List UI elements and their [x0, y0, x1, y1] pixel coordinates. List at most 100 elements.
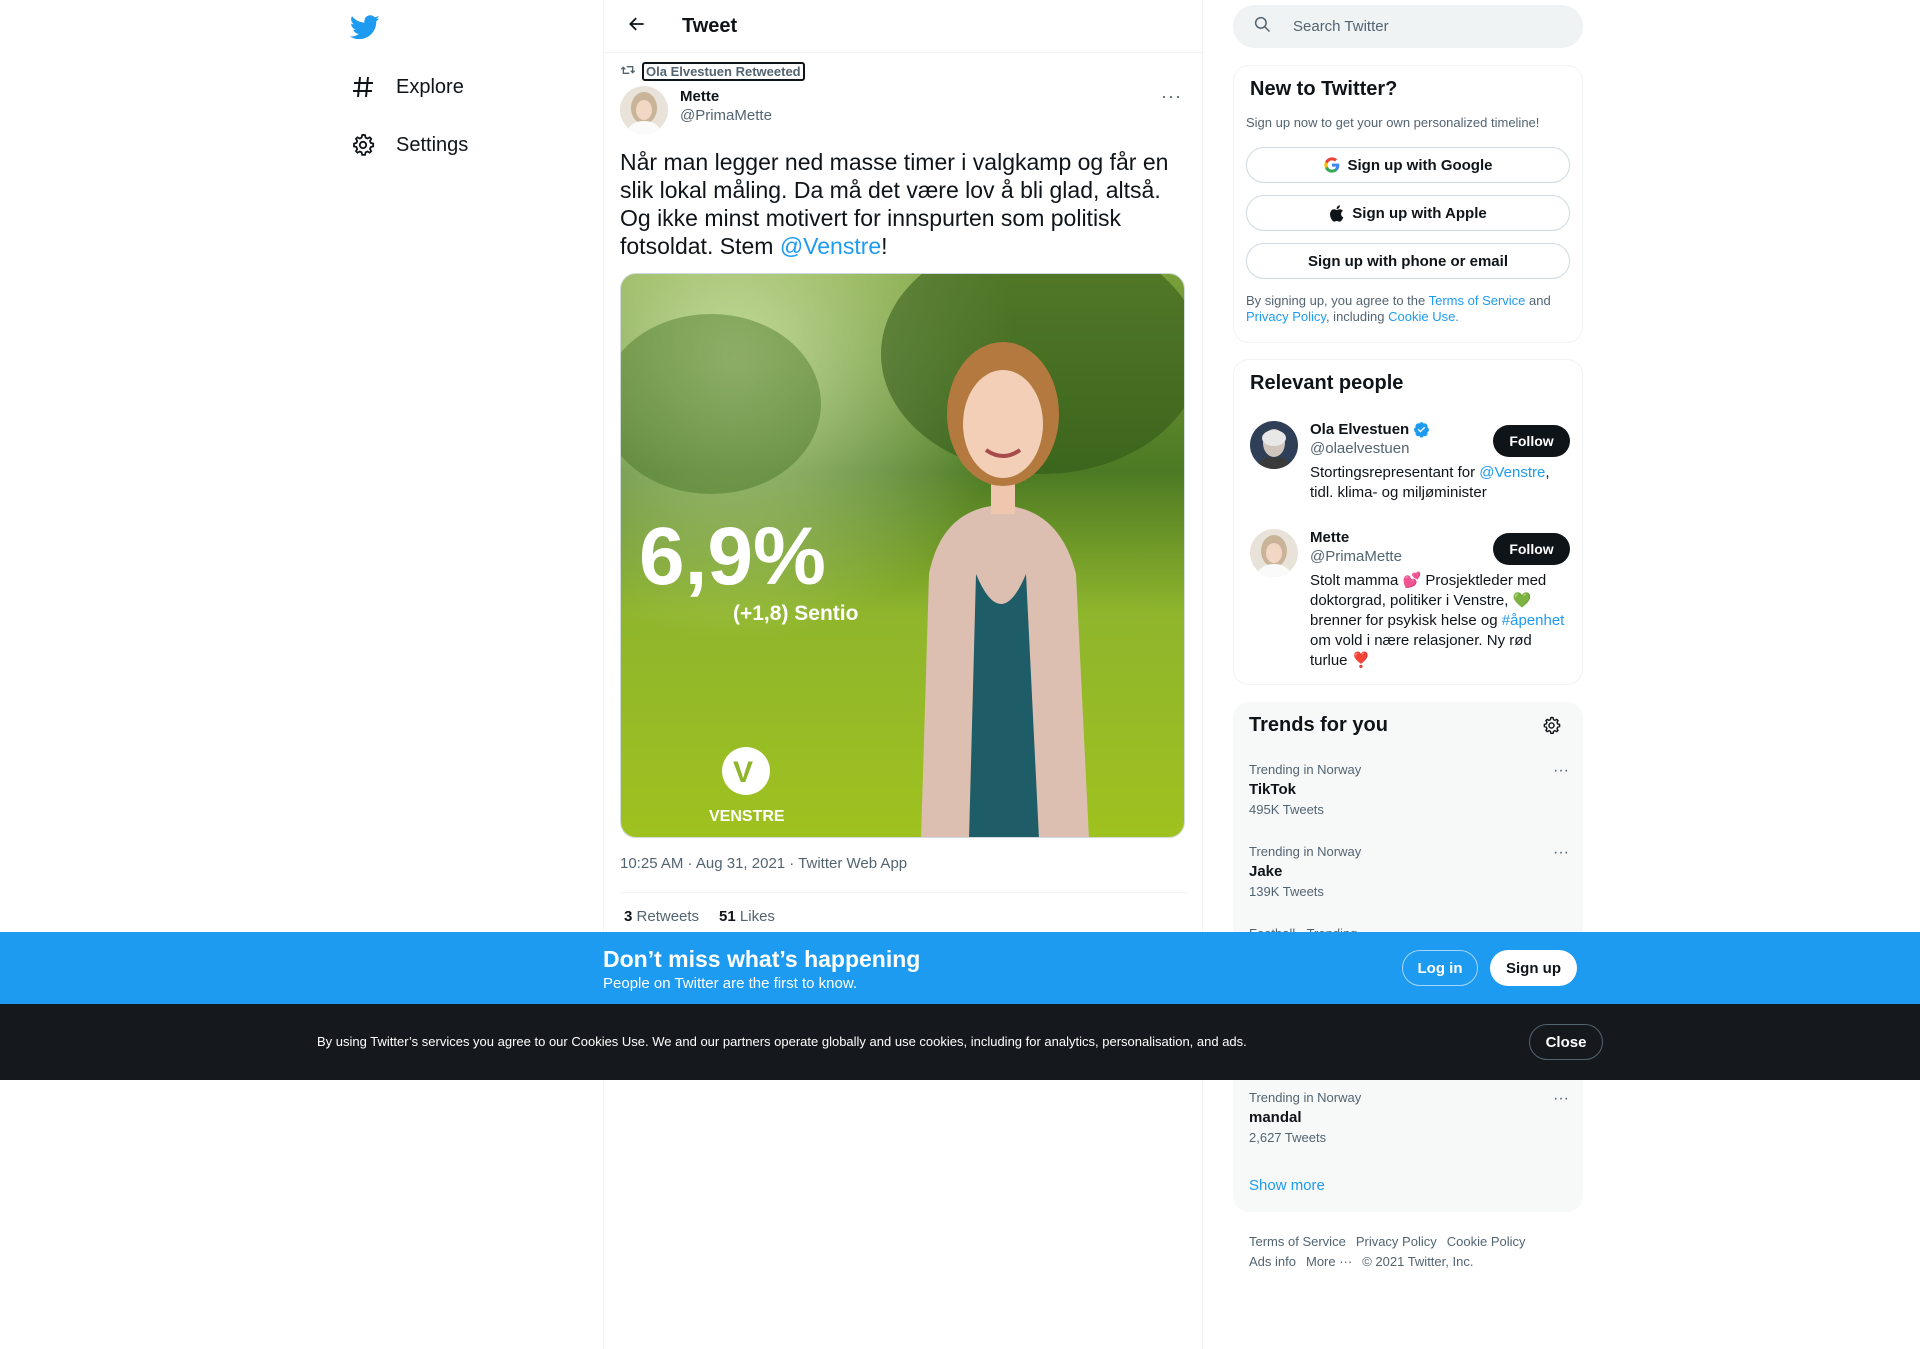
retweet-context: Ola Elvestuen Retweeted	[620, 62, 805, 81]
signup-phone-label: Sign up with phone or email	[1307, 252, 1508, 270]
nav-explore[interactable]: Explore	[350, 64, 464, 110]
trend-item[interactable]: Trending in Norway mandal 2,627 Tweets ·…	[1249, 1090, 1569, 1145]
google-icon	[1323, 157, 1340, 173]
retweets-count: 3	[624, 908, 633, 925]
poll-number: 6,9%	[639, 511, 826, 602]
likes-stat[interactable]: 51 Likes	[719, 908, 775, 925]
bio-text: om vold i nære relasjoner. Ny rød turlue…	[1310, 632, 1532, 669]
footer-copyright: © 2021 Twitter, Inc.	[1362, 1254, 1474, 1269]
main-column: Tweet Ola Elvestuen Retweeted Mette @Pri…	[603, 0, 1203, 1349]
tweet-image[interactable]: 6,9% (+1,8) Sentio V VENSTRE	[620, 273, 1185, 838]
close-button[interactable]: Close	[1529, 1024, 1603, 1060]
cookie-banner: By using Twitter’s services you agree to…	[0, 1004, 1920, 1080]
trend-count: 139K Tweets	[1249, 884, 1324, 899]
trend-more-button[interactable]: ···	[1553, 1090, 1569, 1108]
author-name[interactable]: Mette	[680, 88, 772, 105]
person-bio: Stolt mamma 💕 Prosjektleder med doktorgr…	[1310, 571, 1570, 671]
footer-more-link[interactable]: More ···	[1306, 1254, 1352, 1269]
trend-more-button[interactable]: ···	[1553, 844, 1569, 862]
search-box[interactable]	[1233, 5, 1583, 48]
nav-explore-label: Explore	[396, 75, 464, 98]
trend-name: mandal	[1249, 1109, 1302, 1126]
avatar[interactable]	[1250, 529, 1298, 577]
more-dots-icon: ···	[1161, 86, 1182, 106]
avatar[interactable]	[1250, 421, 1298, 469]
arrow-left-icon	[627, 14, 647, 39]
new-to-twitter-title: New to Twitter?	[1250, 78, 1398, 100]
new-to-twitter-card: New to Twitter? Sign up now to get your …	[1233, 65, 1583, 343]
follow-button[interactable]: Follow	[1493, 425, 1570, 457]
footer-privacy-link[interactable]: Privacy Policy	[1356, 1234, 1437, 1249]
signup-google-button[interactable]: Sign up with Google	[1246, 147, 1570, 183]
footer-links: Terms of Service Privacy Policy Cookie Pol…	[1249, 1232, 1579, 1272]
retweets-label: Retweets	[636, 908, 700, 925]
person-bio: Stortingsrepresentant for @Venstre, tidl…	[1310, 463, 1570, 503]
trend-item[interactable]: Trending in Norway Jake 139K Tweets ···	[1249, 844, 1569, 899]
tweet-timestamp[interactable]: 10:25 AM · Aug 31, 2021 · Twitter Web Ap…	[620, 855, 907, 872]
person-item[interactable]: Ola Elvestuen @olaelvestuen Stortingsrep…	[1250, 421, 1570, 511]
footer-cookie-link[interactable]: Cookie Policy	[1447, 1234, 1526, 1249]
cookie-link[interactable]: Cookie Use.	[1388, 309, 1459, 324]
nav-settings-label: Settings	[396, 133, 469, 156]
tweet-author: Mette @PrimaMette ···	[620, 86, 1188, 134]
trend-context: Trending in Norway	[1249, 844, 1362, 859]
new-to-twitter-subtitle: Sign up now to get your own personalized…	[1246, 115, 1540, 130]
relevant-people-card: Relevant people Ola Elvestuen @olaelvest…	[1233, 359, 1583, 685]
trend-context: Trending in Norway	[1249, 1090, 1362, 1105]
signup-phone-button[interactable]: Sign up with phone or email	[1246, 243, 1570, 279]
mention-link[interactable]: @Venstre	[780, 233, 881, 259]
back-button[interactable]	[620, 9, 654, 43]
login-button[interactable]: Log in	[1402, 950, 1478, 986]
trend-more-button[interactable]: ···	[1553, 762, 1569, 780]
legal-text: , including	[1325, 309, 1389, 324]
signup-legal: By signing up, you agree to the Terms of…	[1246, 293, 1576, 325]
signup-promo-bar: Don’t miss what’s happening People on Tw…	[0, 932, 1920, 1004]
tweet-text: Når man legger ned masse timer i valgkam…	[620, 148, 1190, 260]
person-name[interactable]: Ola Elvestuen	[1310, 421, 1409, 438]
trend-name: TikTok	[1249, 781, 1296, 798]
mention-link[interactable]: @Venstre	[1479, 464, 1545, 481]
promo-subtitle: People on Twitter are the first to know.	[603, 975, 858, 992]
legal-text: By signing up, you agree to the	[1246, 293, 1429, 308]
search-input[interactable]	[1293, 18, 1553, 35]
hashtag-link[interactable]: #åpenhet	[1502, 612, 1565, 629]
retweets-stat[interactable]: 3 Retweets	[624, 908, 699, 925]
venstre-logo-letter: V	[733, 756, 753, 789]
retweet-icon	[620, 62, 636, 81]
terms-link[interactable]: Terms of Service	[1429, 293, 1526, 308]
signup-button[interactable]: Sign up	[1490, 950, 1577, 986]
promo-title: Don’t miss what’s happening	[603, 946, 921, 972]
avatar[interactable]	[620, 86, 668, 134]
retweeted-by-link[interactable]: Ola Elvestuen Retweeted	[642, 62, 805, 81]
hashtag-icon	[350, 74, 376, 100]
likes-count: 51	[719, 908, 736, 925]
venstre-logo-text: VENSTRE	[709, 808, 785, 825]
tweet-text-end: !	[881, 233, 888, 259]
gear-icon	[350, 132, 376, 158]
person-name[interactable]: Mette	[1310, 529, 1349, 546]
show-more-link[interactable]: Show more	[1249, 1177, 1325, 1194]
person-item[interactable]: Mette @PrimaMette Stolt mamma 💕 Prosjekt…	[1250, 529, 1570, 669]
author-handle[interactable]: @PrimaMette	[680, 107, 772, 124]
verified-badge-icon	[1413, 421, 1430, 438]
legal-text: and	[1525, 293, 1551, 308]
trend-item[interactable]: Trending in Norway TikTok 495K Tweets ··…	[1249, 762, 1569, 817]
tweet-text-body: Når man legger ned masse timer i valgkam…	[620, 149, 1169, 259]
twitter-bird-icon[interactable]	[349, 12, 380, 42]
trend-name: Jake	[1249, 863, 1283, 880]
signup-google-label: Sign up with Google	[1347, 156, 1493, 174]
relevant-people-title: Relevant people	[1250, 372, 1404, 394]
privacy-link[interactable]: Privacy Policy	[1246, 309, 1326, 324]
trend-count: 2,627 Tweets	[1249, 1130, 1327, 1145]
footer-terms-link[interactable]: Terms of Service	[1249, 1234, 1346, 1249]
follow-button[interactable]: Follow	[1493, 533, 1570, 565]
trend-count: 495K Tweets	[1249, 802, 1324, 817]
signup-apple-button[interactable]: Sign up with Apple	[1246, 195, 1570, 231]
trends-settings-button[interactable]	[1542, 716, 1561, 740]
divider	[620, 892, 1188, 893]
nav-settings[interactable]: Settings	[350, 122, 468, 168]
more-options-button[interactable]: ···	[1161, 86, 1182, 107]
likes-label: Likes	[739, 908, 775, 925]
apple-icon	[1329, 204, 1344, 222]
footer-ads-link[interactable]: Ads info	[1249, 1254, 1296, 1269]
